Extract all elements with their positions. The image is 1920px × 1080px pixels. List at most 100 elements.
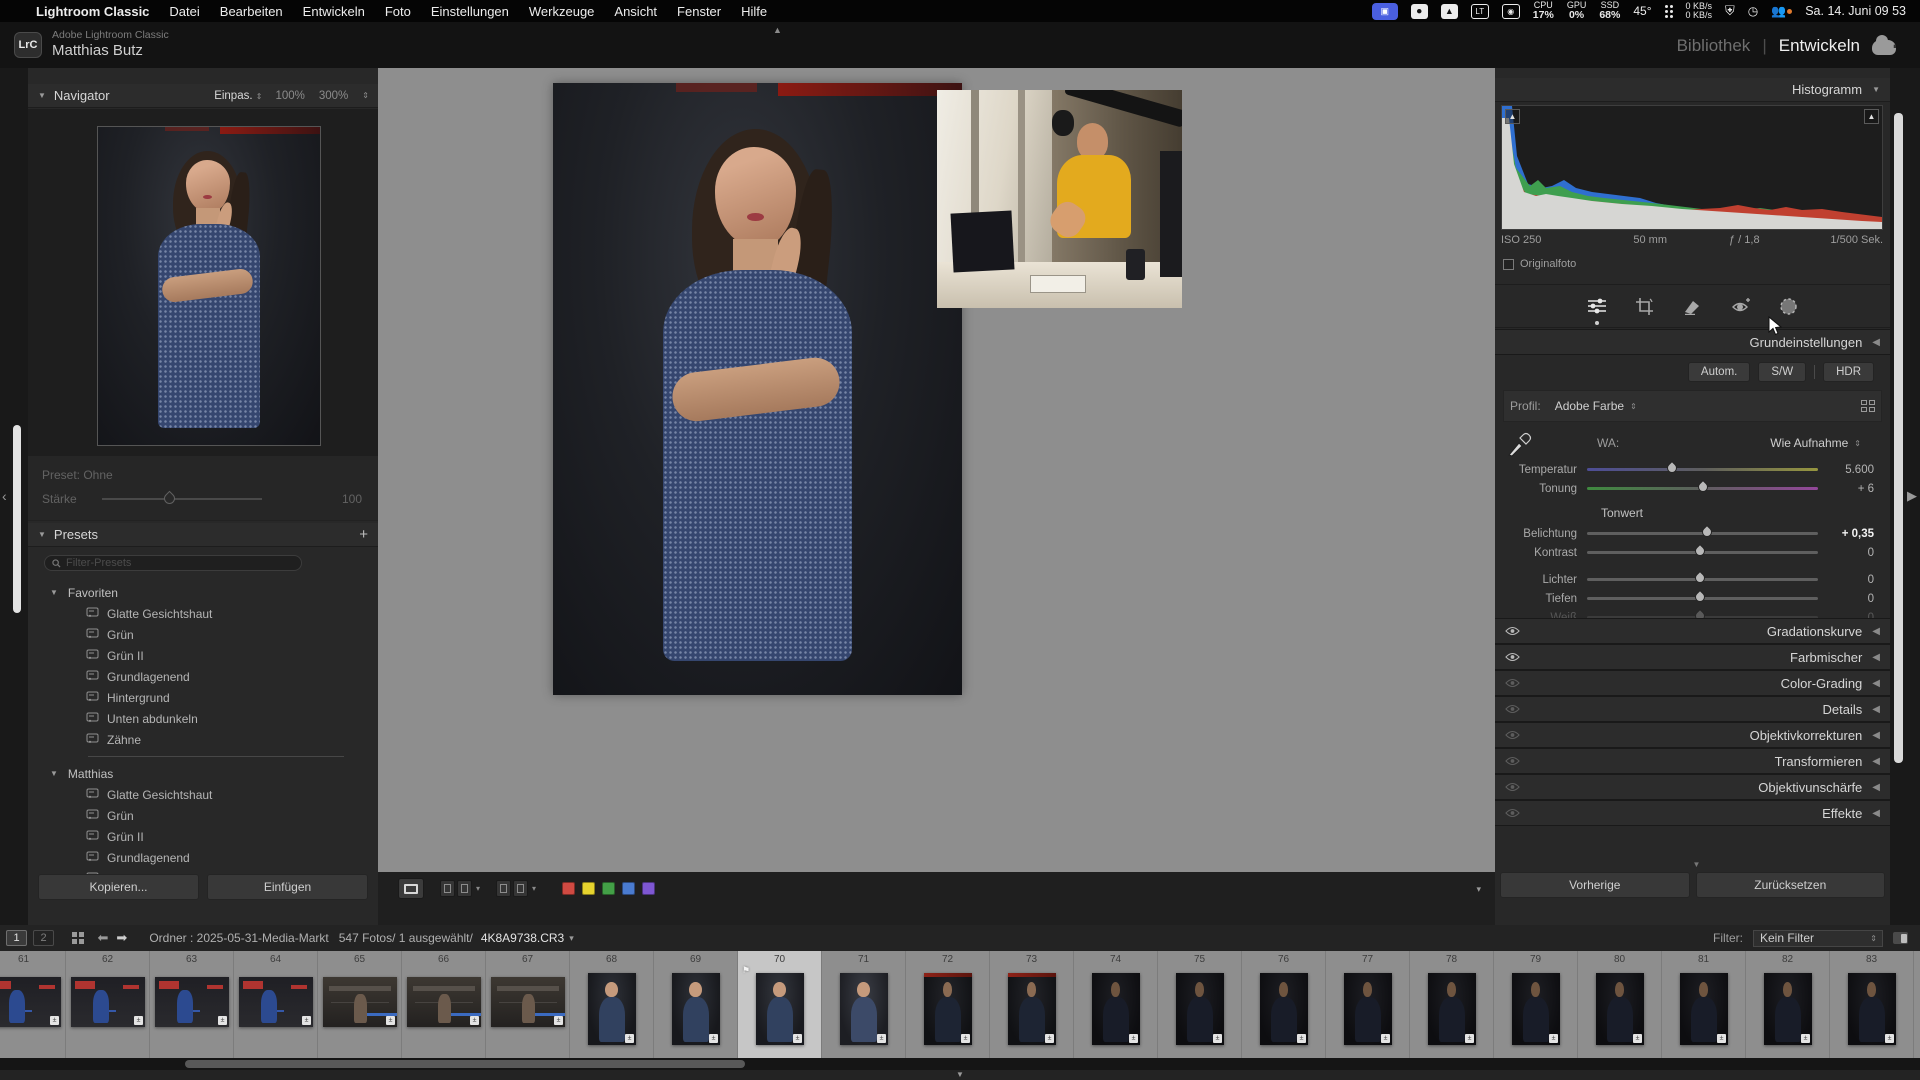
thumbnail-image[interactable] <box>1596 973 1644 1045</box>
preset-group-favoriten[interactable]: ▼Favoriten <box>28 582 378 603</box>
softproof-right-button[interactable] <box>513 880 528 897</box>
before-after-left-button[interactable] <box>440 880 455 897</box>
filmstrip-cell-76[interactable]: 76 <box>1242 951 1326 1058</box>
softproof-left-button[interactable] <box>496 880 511 897</box>
slider-thumb[interactable] <box>1695 480 1709 494</box>
zoom-300-option[interactable]: 300% <box>319 90 348 102</box>
preset-item[interactable]: Unten abdunkeln <box>28 708 378 729</box>
previous-button[interactable]: Vorherige <box>1500 872 1690 898</box>
filmstrip-cell-73[interactable]: 73 <box>990 951 1074 1058</box>
white-balance-eyedropper-icon[interactable] <box>1505 429 1533 457</box>
section-header-objektivkorrekturen[interactable]: Objektivkorrekturen◀ <box>1495 722 1890 748</box>
filmstrip-cell-79[interactable]: 79 <box>1494 951 1578 1058</box>
eye-icon[interactable] <box>1505 754 1520 769</box>
web-app-icon[interactable]: ◉ <box>1502 4 1520 19</box>
right-panel-expander[interactable]: ▶ <box>1907 488 1917 504</box>
toolbar-options-icon[interactable]: ▾ <box>1476 884 1481 895</box>
shield-icon[interactable]: ⛨ <box>1725 3 1735 19</box>
cpu-status[interactable]: CPU17% <box>1533 1 1554 21</box>
filmstrip-cell-66[interactable]: 66 <box>402 951 486 1058</box>
menu-item-fenster[interactable]: Fenster <box>677 4 721 19</box>
section-header-color-grading[interactable]: Color-Grading◀ <box>1495 670 1890 696</box>
module-bibliothek[interactable]: Bibliothek <box>1677 36 1751 56</box>
menu-item-bearbeiten[interactable]: Bearbeiten <box>220 4 283 19</box>
preset-item[interactable]: Grundlagenend <box>28 847 378 868</box>
shadow-clipping-indicator[interactable]: ▲ <box>1505 109 1520 124</box>
filmstrip-cell-83[interactable]: 83 <box>1830 951 1914 1058</box>
slider-thumb[interactable] <box>1693 609 1707 618</box>
histogram-graph[interactable]: ▲ ▲ <box>1501 105 1883 230</box>
crop-overlay-tool-icon[interactable] <box>1633 294 1657 318</box>
thumbnail-image[interactable] <box>155 977 229 1027</box>
before-after-dropdown-icon[interactable]: ▾ <box>476 884 480 893</box>
profile-browser-grid-icon[interactable] <box>1861 400 1875 412</box>
copy-settings-button[interactable]: Kopieren... <box>38 874 199 900</box>
bw-button[interactable]: S/W <box>1758 362 1806 382</box>
eye-icon[interactable] <box>1505 780 1520 795</box>
basic-adjustments-tool-icon[interactable] <box>1585 294 1609 318</box>
menu-item-einstellungen[interactable]: Einstellungen <box>431 4 509 19</box>
filmstrip-cell-82[interactable]: 82 <box>1746 951 1830 1058</box>
filmstrip-cell-62[interactable]: 62 <box>66 951 150 1058</box>
tiefen-slider[interactable] <box>1587 597 1818 600</box>
thumbnail-image[interactable] <box>1428 973 1476 1045</box>
filter-select[interactable]: Kein Filter ⇕ <box>1753 930 1883 947</box>
masking-tool-icon[interactable] <box>1777 294 1801 318</box>
thumbnail-image[interactable] <box>1260 973 1308 1045</box>
thumbnail-image[interactable] <box>1764 973 1812 1045</box>
camera-video-overlay[interactable] <box>937 90 1182 308</box>
back-arrow-icon[interactable]: ⬅ <box>98 930 109 946</box>
basic-panel-header[interactable]: Grundeinstellungen ◀ <box>1495 329 1890 355</box>
forward-arrow-icon[interactable]: ➡ <box>116 930 127 946</box>
color-label-red[interactable] <box>562 882 575 895</box>
filmstrip-cell-65[interactable]: 65 <box>318 951 402 1058</box>
preset-group-matthias[interactable]: ▼Matthias <box>28 763 378 784</box>
panel-autohide-chevron-top[interactable]: ▲ <box>773 25 782 35</box>
network-status[interactable]: 0 KB/s0 KB/s <box>1686 2 1713 20</box>
preset-search-box[interactable] <box>44 555 302 571</box>
menu-item-ansicht[interactable]: Ansicht <box>614 4 657 19</box>
zoom-level-stepper-icon[interactable]: ⇕ <box>362 91 368 100</box>
hdr-button[interactable]: HDR <box>1823 362 1874 382</box>
softproof-dropdown-icon[interactable]: ▾ <box>532 884 536 893</box>
ssd-status[interactable]: SSD68% <box>1599 1 1620 21</box>
amount-slider-knob[interactable] <box>162 491 178 507</box>
healing-tool-icon[interactable] <box>1681 294 1705 318</box>
presets-header[interactable]: ▼ Presets + <box>28 523 378 547</box>
loupe-view-button[interactable] <box>398 878 424 899</box>
thumbnail-image[interactable] <box>840 973 888 1045</box>
camera-app-icon[interactable]: ⏺ <box>1411 4 1428 19</box>
drive-app-icon[interactable]: ▲ <box>1441 4 1458 19</box>
cloud-sync-icon[interactable] <box>1872 40 1896 55</box>
slider-thumb[interactable] <box>1665 461 1679 475</box>
preset-item[interactable]: Hintergrund <box>28 687 378 708</box>
filmstrip-cell-68[interactable]: 68 <box>570 951 654 1058</box>
thumbnail-image[interactable] <box>239 977 313 1027</box>
menu-item-werkzeuge[interactable]: Werkzeuge <box>529 4 595 19</box>
preset-item[interactable]: Glatte Gesichtshaut <box>28 784 378 805</box>
section-header-farbmischer[interactable]: Farbmischer◀ <box>1495 644 1890 670</box>
filmstrip-cell-69[interactable]: 69 <box>654 951 738 1058</box>
tonung-slider[interactable] <box>1587 487 1818 490</box>
preset-item[interactable]: Zähne <box>28 729 378 750</box>
color-label-yellow[interactable] <box>582 882 595 895</box>
preset-search-input[interactable] <box>66 557 294 569</box>
profile-stepper-icon[interactable]: ⇕ <box>1630 402 1636 411</box>
slider-thumb[interactable] <box>1693 544 1707 558</box>
preset-item[interactable]: Grundlagenend <box>28 666 378 687</box>
thumbnail-image[interactable] <box>1176 973 1224 1045</box>
left-panel-expander[interactable]: ‹ <box>2 488 7 504</box>
filmstrip-cell-61[interactable]: 61 <box>0 951 66 1058</box>
thumbnail-image[interactable] <box>1848 973 1896 1045</box>
thumbnail-image[interactable] <box>407 977 481 1027</box>
section-header-gradationskurve[interactable]: Gradationskurve◀ <box>1495 618 1890 644</box>
users-menu-icon[interactable]: 👥 <box>1771 3 1792 19</box>
reset-button[interactable]: Zurücksetzen <box>1696 872 1886 898</box>
lichter-slider[interactable] <box>1587 578 1818 581</box>
thumbnail-image[interactable] <box>323 977 397 1027</box>
filmstrip-filename[interactable]: 4K8A9738.CR3 <box>481 931 564 945</box>
filmstrip-cell-72[interactable]: 72 <box>906 951 990 1058</box>
filmstrip-cell-80[interactable]: 80 <box>1578 951 1662 1058</box>
color-label-green[interactable] <box>602 882 615 895</box>
section-header-details[interactable]: Details◀ <box>1495 696 1890 722</box>
